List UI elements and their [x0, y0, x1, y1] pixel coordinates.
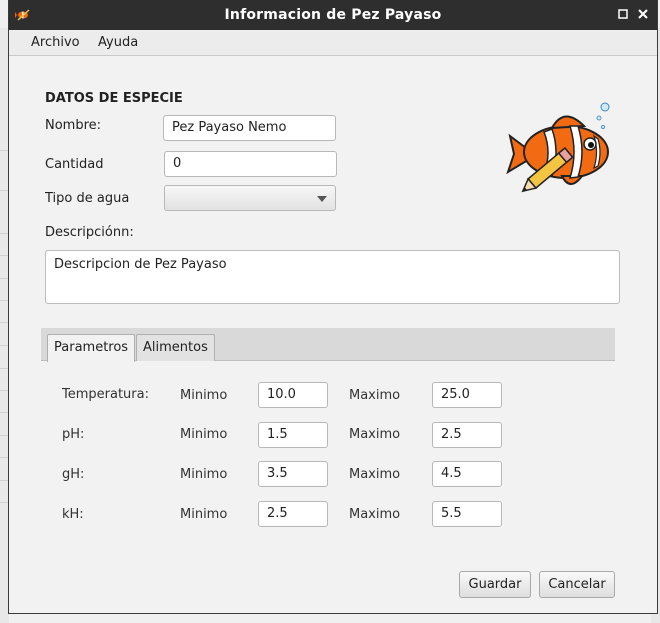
tipo-agua-label: Tipo de agua — [45, 191, 130, 206]
ph-max-field[interactable]: 2.5 — [432, 422, 502, 448]
menu-bar: Archivo Ayuda — [9, 30, 657, 56]
nombre-label: Nombre: — [45, 118, 102, 133]
cantidad-field[interactable]: 0 — [164, 151, 337, 177]
param-max-label: Maximo — [349, 427, 401, 442]
maximize-icon[interactable] — [615, 6, 631, 22]
param-max-label: Maximo — [349, 507, 401, 522]
gh-min-field[interactable]: 3.5 — [258, 461, 328, 487]
param-name-gh: gH: — [62, 467, 85, 482]
param-min-label: Minimo — [180, 467, 228, 482]
cancelar-button[interactable]: Cancelar — [539, 571, 615, 598]
close-icon[interactable] — [635, 6, 651, 22]
kh-max-field[interactable]: 5.5 — [432, 501, 502, 527]
tab-alimentos[interactable]: Alimentos — [136, 334, 215, 361]
param-name-ph: pH: — [62, 427, 85, 442]
descripcion-textarea[interactable]: Descripcion de Pez Payaso — [45, 250, 620, 304]
param-min-label: Minimo — [180, 507, 228, 522]
gh-max-field[interactable]: 4.5 — [432, 461, 502, 487]
species-info-dialog: Informacion de Pez Payaso Archivo Ayuda … — [8, 0, 658, 614]
kh-min-field[interactable]: 2.5 — [258, 501, 328, 527]
param-name-kh: kH: — [62, 507, 84, 522]
param-min-label: Minimo — [180, 427, 228, 442]
tab-strip: Parametros Alimentos — [41, 328, 615, 362]
nombre-field[interactable]: Pez Payaso Nemo — [163, 115, 336, 141]
descripcion-label: Descripciónn: — [45, 225, 134, 240]
menu-archivo[interactable]: Archivo — [31, 35, 80, 50]
section-title: DATOS DE ESPECIE — [45, 91, 183, 106]
clownfish-pencil-icon — [506, 102, 610, 193]
temperatura-min-field[interactable]: 10.0 — [258, 382, 328, 408]
title-bar[interactable]: Informacion de Pez Payaso — [9, 0, 657, 30]
ph-min-field[interactable]: 1.5 — [258, 422, 328, 448]
menu-ayuda[interactable]: Ayuda — [98, 35, 138, 50]
temperatura-max-field[interactable]: 25.0 — [432, 382, 502, 408]
tab-parametros[interactable]: Parametros — [47, 334, 136, 362]
param-name-temperatura: Temperatura: — [62, 387, 149, 402]
chevron-down-icon — [317, 196, 327, 202]
param-max-label: Maximo — [349, 467, 401, 482]
cantidad-label: Cantidad — [45, 157, 104, 172]
guardar-button[interactable]: Guardar — [459, 571, 531, 598]
param-min-label: Minimo — [180, 388, 228, 403]
window-title: Informacion de Pez Payaso — [224, 7, 442, 23]
param-max-label: Maximo — [349, 388, 401, 403]
tipo-agua-select[interactable] — [164, 185, 336, 211]
